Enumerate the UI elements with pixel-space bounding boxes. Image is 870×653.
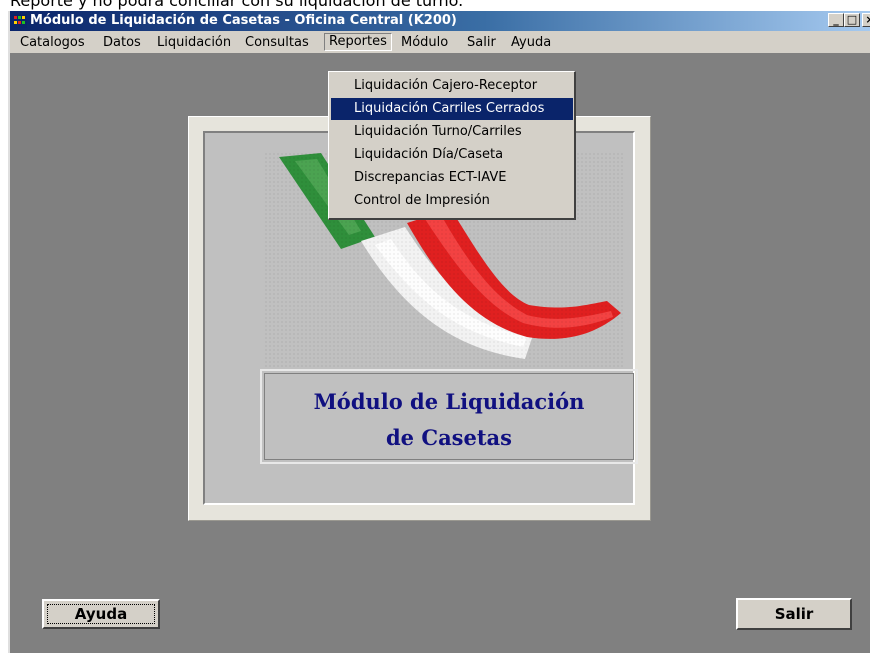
exit-button-label: Salir bbox=[774, 605, 814, 623]
title-box: Módulo de Liquidación de Casetas bbox=[260, 369, 638, 464]
clipped-caption: Reporte y no podrá conciliar con su liqu… bbox=[10, 0, 464, 10]
menu-salir[interactable]: Salir bbox=[467, 35, 496, 50]
close-button[interactable]: × bbox=[862, 13, 870, 27]
reportes-dropdown: Liquidación Cajero-Receptor Liquidación … bbox=[328, 71, 576, 220]
menu-item-discrepancias[interactable]: Discrepancias ECT-IAVE bbox=[331, 167, 573, 189]
menu-ayuda[interactable]: Ayuda bbox=[511, 35, 551, 50]
menu-bar: Catalogos Datos Liquidación Consultas Re… bbox=[10, 31, 870, 54]
exit-button[interactable]: Salir bbox=[736, 598, 852, 630]
menu-reportes[interactable]: Reportes bbox=[324, 33, 392, 51]
maximize-icon: □ bbox=[846, 13, 858, 26]
menu-catalogos[interactable]: Catalogos bbox=[20, 35, 85, 50]
menu-item-liq-dia-caseta[interactable]: Liquidación Día/Caseta bbox=[331, 144, 573, 166]
menu-modulo[interactable]: Módulo bbox=[401, 35, 448, 50]
window-title: Módulo de Liquidación de Casetas - Ofici… bbox=[30, 13, 457, 28]
menu-item-control-impresion[interactable]: Control de Impresión bbox=[331, 190, 573, 212]
app-window: Módulo de Liquidación de Casetas - Ofici… bbox=[8, 11, 870, 653]
menu-consultas[interactable]: Consultas bbox=[245, 35, 309, 50]
help-button-label: Ayuda bbox=[74, 605, 128, 623]
app-icon bbox=[13, 14, 27, 28]
menu-item-liq-turno-carriles[interactable]: Liquidación Turno/Carriles bbox=[331, 121, 573, 143]
app-title-line1: Módulo de Liquidación bbox=[313, 389, 585, 414]
app-title-line2: de Casetas bbox=[386, 425, 512, 450]
close-icon: × bbox=[865, 13, 870, 26]
help-button[interactable]: Ayuda bbox=[42, 599, 160, 629]
title-bar[interactable]: Módulo de Liquidación de Casetas - Ofici… bbox=[10, 11, 870, 31]
maximize-button[interactable]: □ bbox=[844, 13, 860, 27]
menu-datos[interactable]: Datos bbox=[103, 35, 141, 50]
minimize-icon: _ bbox=[833, 13, 839, 26]
menu-liquidacion[interactable]: Liquidación bbox=[157, 35, 231, 50]
menu-item-liq-carriles-cerrados[interactable]: Liquidación Carriles Cerrados bbox=[331, 98, 573, 120]
minimize-button[interactable]: _ bbox=[828, 13, 844, 27]
menu-item-liq-cajero-receptor[interactable]: Liquidación Cajero-Receptor bbox=[331, 75, 573, 97]
